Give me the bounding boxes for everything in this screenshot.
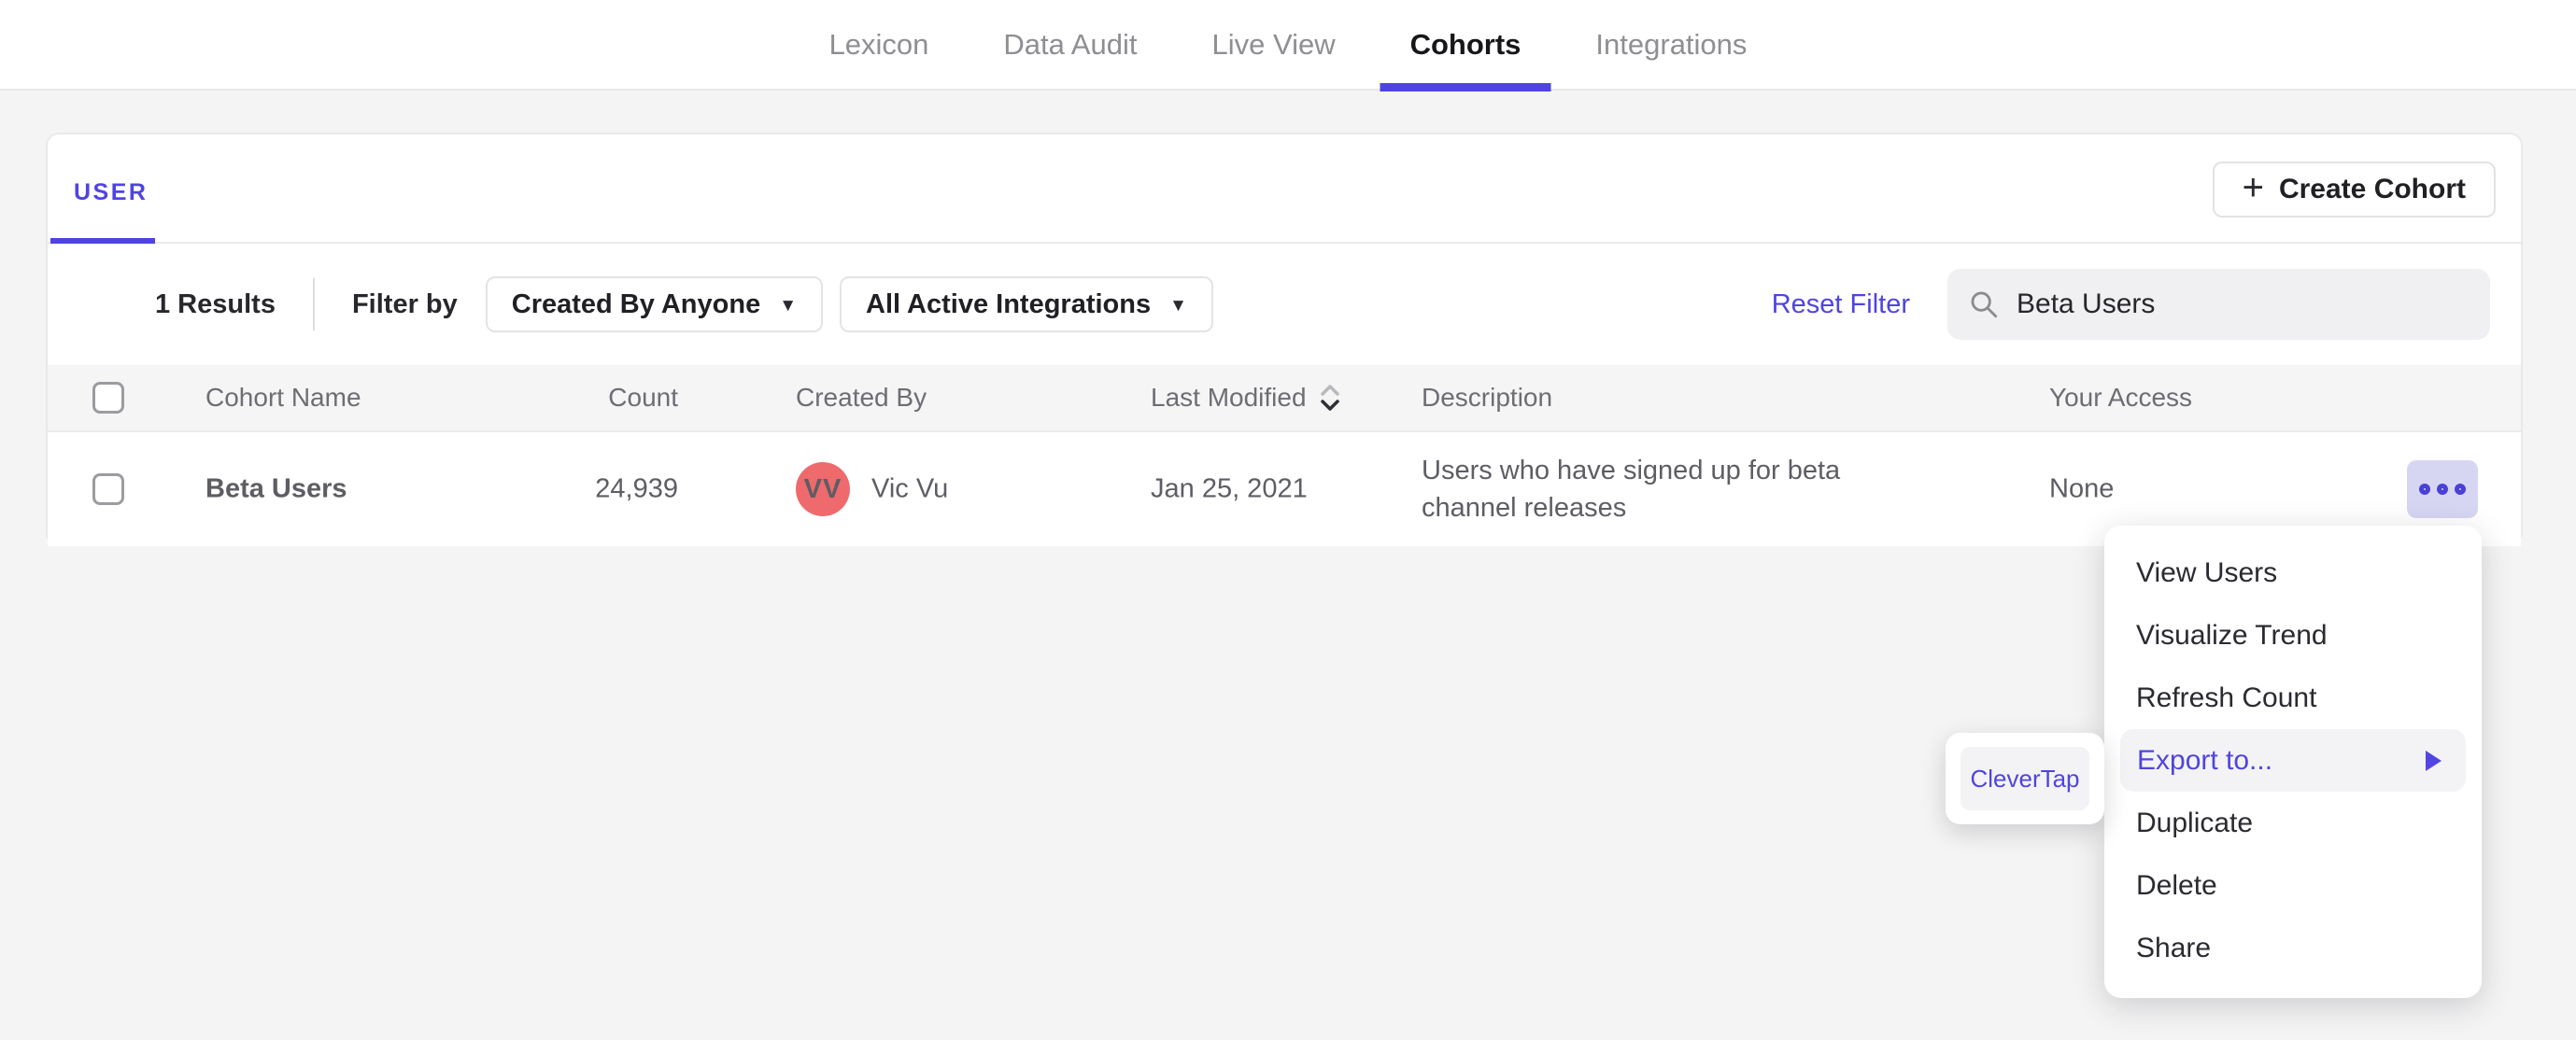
table-header: Cohort Name Count Created By Last Modifi… bbox=[48, 365, 2521, 432]
menu-item-delete[interactable]: Delete bbox=[2104, 854, 2482, 917]
header-created-by: Created By bbox=[796, 383, 927, 412]
active-tab-underline bbox=[1380, 83, 1551, 91]
integrations-dropdown-value: All Active Integrations bbox=[866, 288, 1152, 319]
header-count: Count bbox=[608, 383, 678, 412]
nav-item-live-view[interactable]: Live View bbox=[1211, 0, 1335, 90]
export-submenu: CleverTap bbox=[1946, 733, 2104, 824]
submenu-item-clevertap[interactable]: CleverTap bbox=[1960, 747, 2089, 810]
plus-icon: + bbox=[2242, 167, 2264, 208]
avatar: VV bbox=[796, 462, 850, 516]
menu-item-export-to[interactable]: Export to... bbox=[2120, 729, 2466, 792]
header-cohort-name: Cohort Name bbox=[205, 383, 361, 412]
cohort-description: Users who have signed up for beta channe… bbox=[1422, 456, 1841, 523]
sort-icon[interactable] bbox=[1318, 381, 1342, 415]
cohort-count: 24,939 bbox=[595, 473, 678, 504]
cohort-name-link[interactable]: Beta Users bbox=[205, 474, 347, 505]
divider bbox=[312, 278, 315, 330]
filter-by-label: Filter by bbox=[351, 288, 458, 319]
created-by-dropdown-value: Created By Anyone bbox=[511, 288, 761, 319]
created-by-dropdown[interactable]: Created By Anyone ▼ bbox=[485, 276, 824, 332]
header-last-modified[interactable]: Last Modified bbox=[1151, 381, 1342, 415]
menu-item-view-users[interactable]: View Users bbox=[2104, 541, 2482, 604]
filter-bar-right: Reset Filter bbox=[1772, 269, 2490, 340]
cohorts-panel: USER + Create Cohort 1 Results Filter by… bbox=[46, 133, 2523, 546]
search-input[interactable] bbox=[2017, 288, 2470, 320]
menu-item-refresh-count[interactable]: Refresh Count bbox=[2104, 667, 2482, 729]
nav-item-label: Cohorts bbox=[1409, 27, 1522, 61]
access-value: None bbox=[2049, 473, 2115, 504]
search-box[interactable] bbox=[1947, 269, 2490, 340]
filter-bar: 1 Results Filter by Created By Anyone ▼ … bbox=[48, 244, 2521, 365]
reset-filter-link[interactable]: Reset Filter bbox=[1772, 289, 1910, 320]
create-cohort-label: Create Cohort bbox=[2278, 174, 2466, 204]
tab-user[interactable]: USER bbox=[74, 179, 148, 206]
creator-name: Vic Vu bbox=[871, 473, 949, 504]
header-your-access: Your Access bbox=[2049, 383, 2193, 412]
select-all-checkbox[interactable] bbox=[92, 382, 124, 414]
top-navigation: Lexicon Data Audit Live View Cohorts Int… bbox=[0, 0, 2576, 91]
nav-item-integrations[interactable]: Integrations bbox=[1595, 0, 1747, 90]
menu-item-export-label: Export to... bbox=[2137, 744, 2273, 776]
row-checkbox[interactable] bbox=[92, 473, 124, 505]
header-last-modified-label: Last Modified bbox=[1151, 383, 1307, 412]
menu-item-duplicate[interactable]: Duplicate bbox=[2104, 792, 2482, 854]
panel-tabs-section: USER + Create Cohort bbox=[48, 134, 2521, 244]
nav-item-lexicon[interactable]: Lexicon bbox=[829, 0, 929, 90]
chevron-down-icon: ▼ bbox=[1169, 295, 1187, 316]
search-icon bbox=[1971, 291, 1998, 318]
integrations-dropdown[interactable]: All Active Integrations ▼ bbox=[840, 276, 1213, 332]
last-modified-value: Jan 25, 2021 bbox=[1151, 473, 1308, 504]
nav-item-cohorts[interactable]: Cohorts bbox=[1380, 0, 1551, 91]
chevron-down-icon: ▼ bbox=[779, 295, 798, 316]
create-cohort-button[interactable]: + Create Cohort bbox=[2212, 162, 2496, 218]
row-actions-button[interactable] bbox=[2407, 460, 2478, 518]
submenu-arrow-icon bbox=[2426, 750, 2442, 771]
menu-item-share[interactable]: Share bbox=[2104, 917, 2482, 979]
ellipsis-icon bbox=[2437, 484, 2448, 495]
header-description: Description bbox=[1422, 383, 1553, 412]
ellipsis-icon bbox=[2419, 484, 2430, 495]
nav-item-data-audit[interactable]: Data Audit bbox=[1003, 0, 1137, 90]
row-actions-menu: View Users Visualize Trend Refresh Count… bbox=[2104, 526, 2482, 998]
ellipsis-icon bbox=[2455, 484, 2466, 495]
menu-item-visualize-trend[interactable]: Visualize Trend bbox=[2104, 604, 2482, 667]
results-count: 1 Results bbox=[155, 288, 276, 319]
